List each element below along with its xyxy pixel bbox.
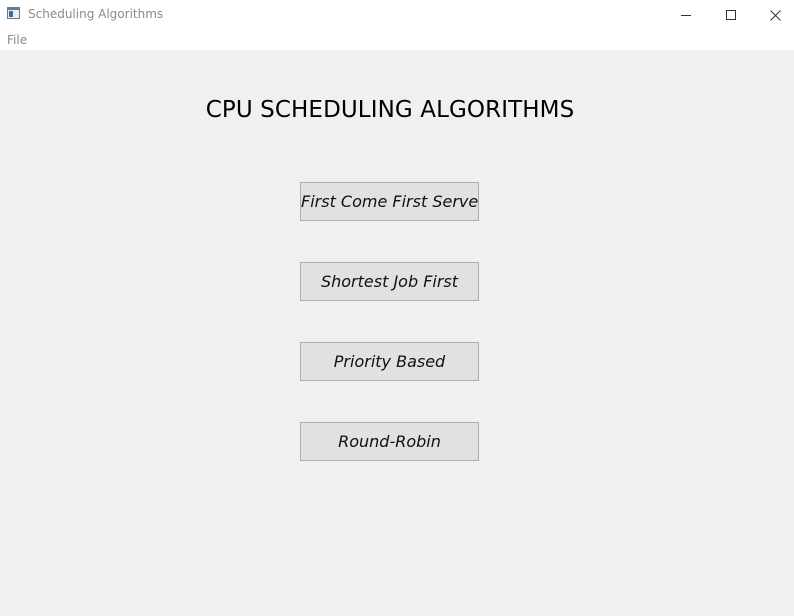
menu-bar: File	[0, 30, 794, 50]
sjf-button[interactable]: Shortest Job First	[300, 262, 479, 301]
app-window: Scheduling Algorithms File CPU SCHEDULIN…	[0, 0, 794, 616]
close-button[interactable]	[753, 0, 794, 30]
window-title: Scheduling Algorithms	[28, 7, 164, 21]
priority-button[interactable]: Priority Based	[300, 342, 479, 381]
menu-file[interactable]: File	[7, 33, 27, 47]
title-bar[interactable]: Scheduling Algorithms	[0, 0, 794, 30]
maximize-icon	[725, 10, 736, 20]
minimize-icon	[680, 15, 691, 16]
app-window-icon	[7, 7, 20, 19]
round-robin-button[interactable]: Round-Robin	[300, 422, 479, 461]
maximize-button[interactable]	[708, 0, 753, 30]
page-heading: CPU SCHEDULING ALGORITHMS	[205, 97, 575, 123]
close-icon	[770, 9, 781, 21]
fcfs-button[interactable]: First Come First Serve	[300, 182, 479, 221]
minimize-button[interactable]	[663, 0, 708, 30]
